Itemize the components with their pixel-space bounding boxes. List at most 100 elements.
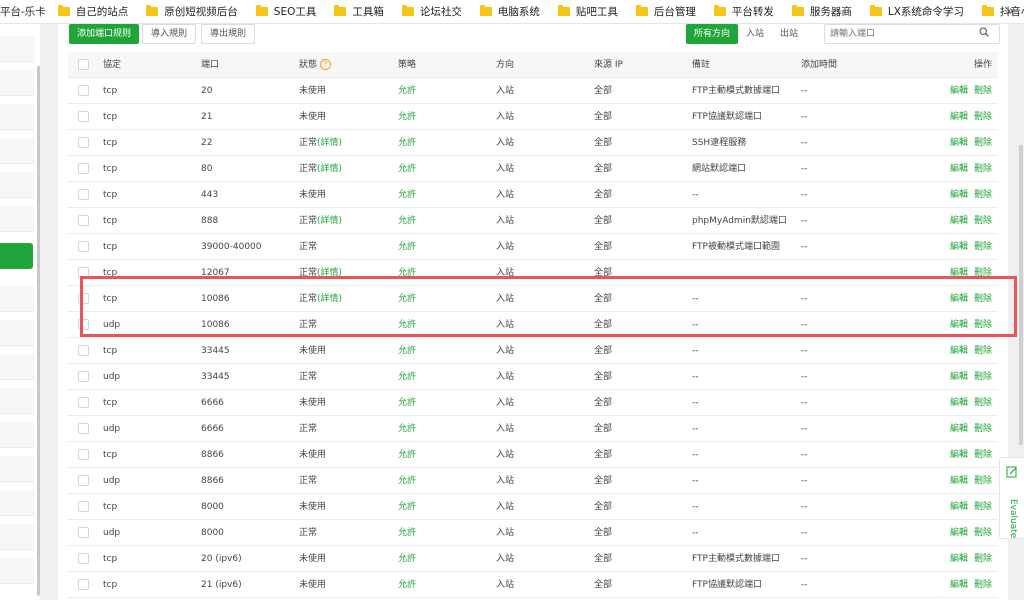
sidebar-item[interactable] [0, 206, 34, 232]
row-checkbox[interactable] [78, 553, 89, 564]
cell-direction: 入站 [496, 424, 515, 434]
sidebar-item[interactable] [0, 70, 34, 96]
edit-link[interactable]: 編輯 [950, 502, 968, 512]
delete-link[interactable]: 刪除 [974, 528, 992, 538]
evaluate-tab[interactable]: Evaluate [999, 457, 1024, 539]
edit-link[interactable]: 編輯 [950, 580, 968, 590]
edit-link[interactable]: 編輯 [950, 476, 968, 486]
sidebar-item[interactable] [0, 104, 34, 130]
row-checkbox[interactable] [78, 241, 89, 252]
edit-link[interactable]: 編輯 [950, 242, 968, 252]
page-scrollbar[interactable] [1019, 145, 1023, 445]
row-checkbox[interactable] [78, 163, 89, 174]
delete-link[interactable]: 刪除 [974, 346, 992, 356]
status-detail-link[interactable]: (詳情) [317, 138, 342, 148]
row-checkbox[interactable] [78, 215, 89, 226]
delete-link[interactable]: 刪除 [974, 398, 992, 408]
add-port-rule-button[interactable]: 添加端口规则 [69, 24, 140, 44]
edit-link[interactable]: 編輯 [950, 190, 968, 200]
delete-link[interactable]: 刪除 [974, 190, 992, 200]
delete-link[interactable]: 刪除 [974, 216, 992, 226]
select-all-checkbox[interactable] [78, 59, 89, 70]
status-detail-link[interactable]: (詳情) [317, 164, 342, 174]
sidebar-item[interactable] [0, 524, 34, 550]
edit-link[interactable]: 編輯 [950, 528, 968, 538]
status-text: 正常 [299, 424, 318, 434]
row-checkbox[interactable] [78, 111, 89, 122]
row-checkbox[interactable] [78, 137, 89, 148]
sidebar-item[interactable] [0, 422, 34, 448]
row-checkbox[interactable] [78, 345, 89, 356]
bookmark-folder[interactable]: LX系统命令学习 [869, 4, 964, 19]
bookmark-folder[interactable]: 平台转发 [713, 4, 774, 19]
row-checkbox[interactable] [78, 85, 89, 96]
help-icon[interactable]: ? [320, 59, 332, 70]
edit-link[interactable]: 編輯 [950, 554, 968, 564]
sidebar-item-active[interactable] [0, 243, 33, 269]
status-detail-link[interactable]: (詳情) [317, 216, 342, 226]
delete-link[interactable]: 刪除 [974, 372, 992, 382]
edit-link[interactable]: 編輯 [950, 164, 968, 174]
delete-link[interactable]: 刪除 [974, 164, 992, 174]
edit-link[interactable]: 編輯 [950, 372, 968, 382]
delete-link[interactable]: 刪除 [974, 242, 992, 252]
port-search-input[interactable] [824, 24, 1000, 44]
sidebar-item[interactable] [0, 286, 34, 312]
search-icon[interactable] [979, 27, 989, 37]
delete-link[interactable]: 刪除 [974, 450, 992, 460]
bookmark-folder[interactable]: 贴吧工具 [557, 4, 618, 19]
delete-link[interactable]: 刪除 [974, 138, 992, 148]
bookmark-first[interactable]: 平台-乐卡 [0, 4, 46, 19]
edit-link[interactable]: 編輯 [950, 424, 968, 434]
row-checkbox[interactable] [78, 475, 89, 486]
sidebar-item[interactable] [0, 172, 34, 198]
dir-inbound-button[interactable]: 入站 [738, 24, 773, 44]
sidebar-item[interactable] [0, 388, 34, 414]
edit-link[interactable]: 編輯 [950, 86, 968, 96]
sidebar-item[interactable] [0, 320, 34, 346]
delete-link[interactable]: 刪除 [974, 580, 992, 590]
import-rules-button[interactable]: 導入規則 [142, 24, 197, 44]
sidebar-item[interactable] [0, 138, 34, 164]
row-checkbox[interactable] [78, 527, 89, 538]
edit-link[interactable]: 編輯 [950, 216, 968, 226]
delete-link[interactable]: 刪除 [974, 554, 992, 564]
dir-all-button[interactable]: 所有方向 [686, 24, 739, 44]
row-checkbox[interactable] [78, 423, 89, 434]
edit-link[interactable]: 編輯 [950, 346, 968, 356]
row-checkbox[interactable] [78, 579, 89, 590]
export-rules-button[interactable]: 導出規則 [201, 24, 256, 44]
sidebar-item[interactable] [0, 36, 34, 62]
edit-link[interactable]: 編輯 [950, 112, 968, 122]
delete-link[interactable]: 刪除 [974, 502, 992, 512]
bookmark-folder[interactable]: 自己的站点 [57, 4, 128, 19]
bookmark-folder[interactable]: 工具箱 [334, 4, 384, 19]
row-checkbox[interactable] [78, 371, 89, 382]
delete-link[interactable]: 刪除 [974, 112, 992, 122]
bookmark-folder[interactable]: 抖音小店 [981, 4, 1024, 19]
row-checkbox[interactable] [78, 449, 89, 460]
edit-link[interactable]: 編輯 [950, 398, 968, 408]
bookmark-folder[interactable]: 论坛社交 [401, 4, 462, 19]
sidebar-item[interactable] [0, 490, 34, 516]
bookmarks-more-icon[interactable]: » [1006, 4, 1014, 19]
delete-link[interactable]: 刪除 [974, 424, 992, 434]
edit-link[interactable]: 編輯 [950, 450, 968, 460]
cell-protocol: tcp [103, 450, 118, 460]
edit-link[interactable]: 編輯 [950, 138, 968, 148]
sidebar-scrollbar[interactable] [37, 66, 40, 596]
row-checkbox[interactable] [78, 189, 89, 200]
dir-outbound-button[interactable]: 出站 [772, 24, 807, 44]
bookmark-folder[interactable]: SEO工具 [255, 4, 316, 19]
sidebar-item[interactable] [0, 354, 34, 380]
delete-link[interactable]: 刪除 [974, 86, 992, 96]
bookmark-folder[interactable]: 后台管理 [635, 4, 696, 19]
bookmark-folder[interactable]: 服务器商 [791, 4, 852, 19]
row-checkbox[interactable] [78, 501, 89, 512]
bookmark-folder[interactable]: 原创短视频后台 [146, 4, 238, 19]
sidebar-item[interactable] [0, 558, 34, 584]
delete-link[interactable]: 刪除 [974, 476, 992, 486]
row-checkbox[interactable] [78, 397, 89, 408]
sidebar-item[interactable] [0, 456, 34, 482]
bookmark-folder[interactable]: 电脑系统 [479, 4, 540, 19]
